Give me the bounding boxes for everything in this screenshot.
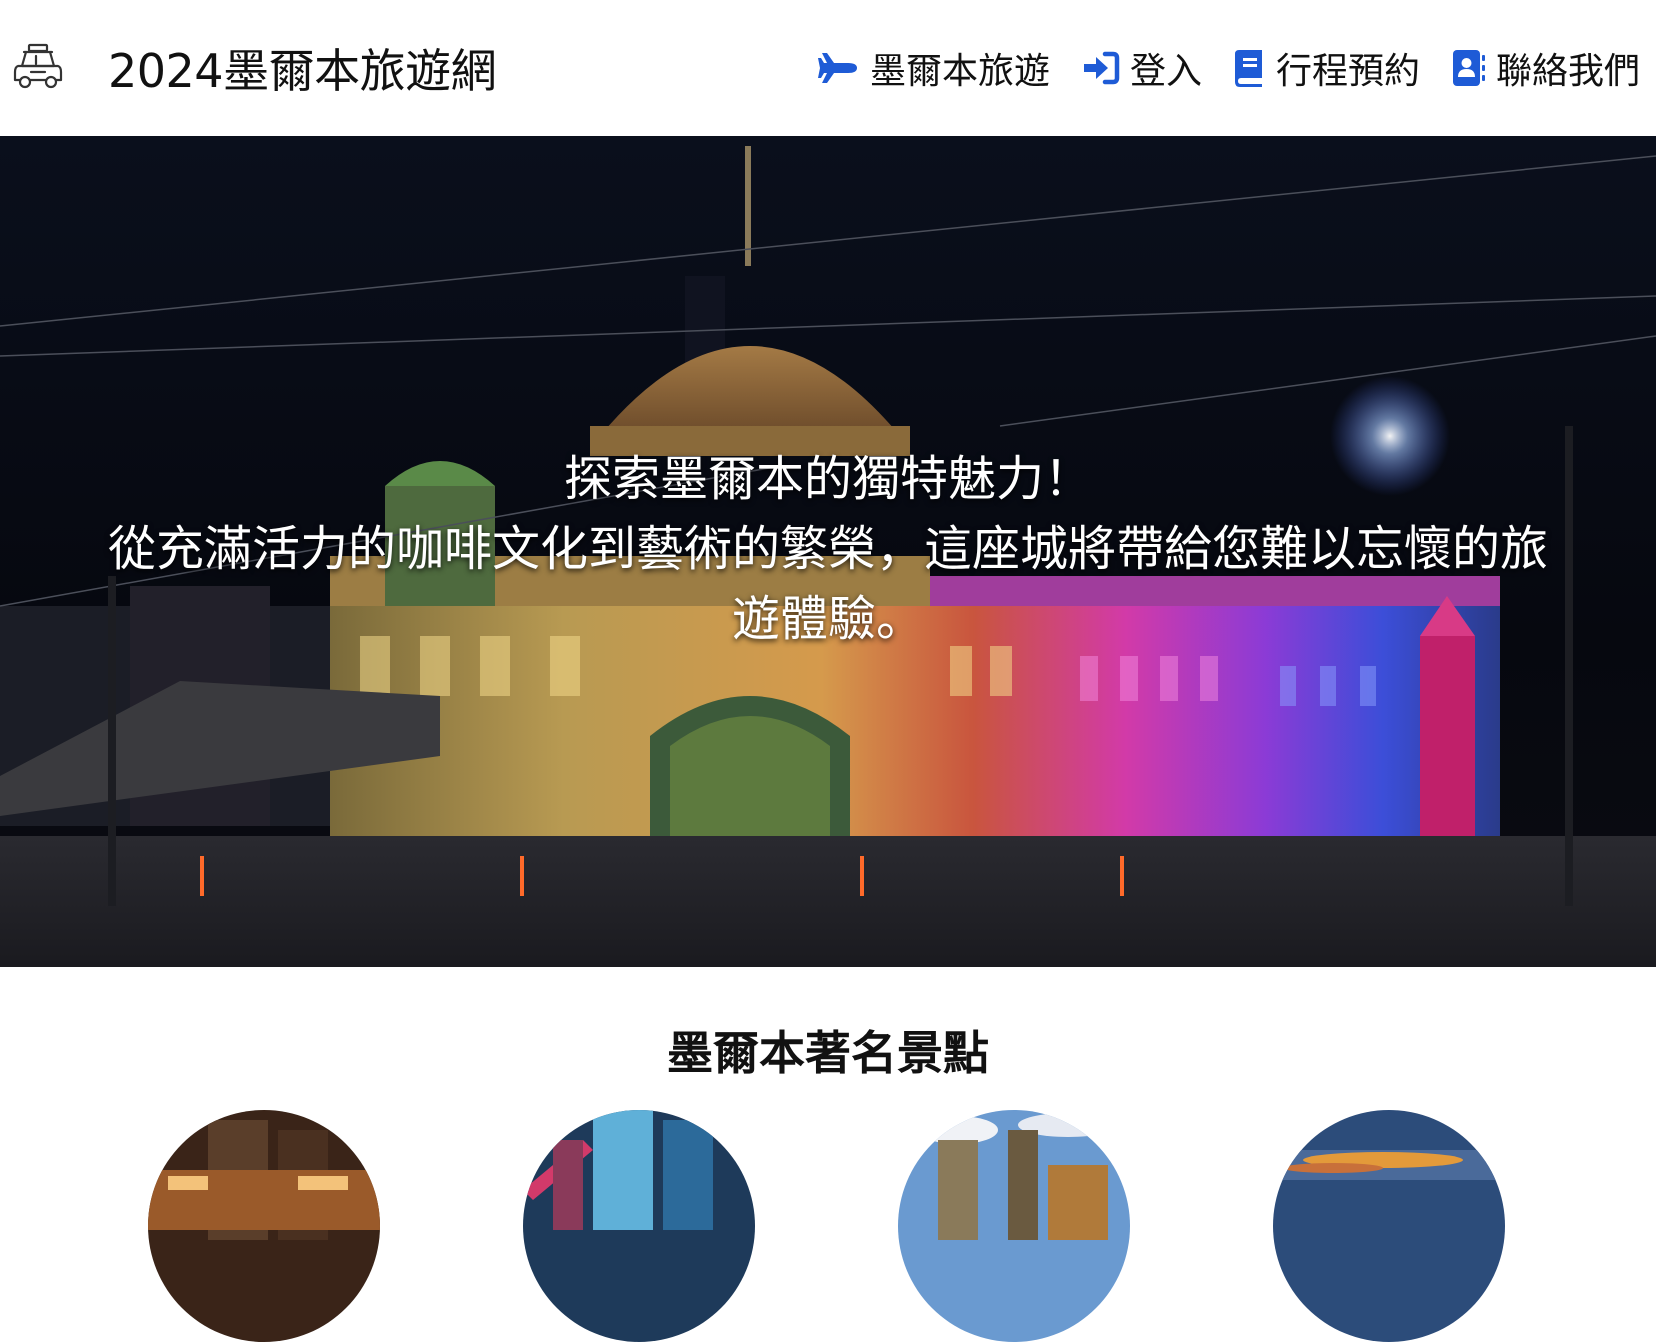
main-nav: 墨爾本旅遊 登入 行程預約 聯絡我們 (786, 0, 1640, 136)
nav-item-login[interactable]: 登入 (1082, 42, 1202, 94)
address-book-icon (1452, 50, 1485, 86)
nav-label: 聯絡我們 (1495, 51, 1640, 92)
sign-in-icon (1083, 51, 1120, 85)
attraction-thumbnail-4[interactable] (1273, 1110, 1505, 1342)
nav-item-contact[interactable]: 聯絡我們 (1452, 42, 1640, 94)
brand[interactable]: 2024墨爾本旅遊網 (12, 35, 497, 101)
site-title: 2024墨爾本旅遊網 (108, 44, 497, 98)
hero-banner: 探索墨爾本的獨特魅力！ 從充滿活力的咖啡文化到藝術的繁榮，這座城將帶給您難以忘懷… (0, 136, 1656, 967)
hero-line-1: 探索墨爾本的獨特魅力！ (563, 451, 1092, 507)
hero-tagline: 探索墨爾本的獨特魅力！ 從充滿活力的咖啡文化到藝術的繁榮，這座城將帶給您難以忘懷… (0, 444, 1656, 654)
nav-label: 行程預約 (1275, 51, 1420, 92)
hero-line-2: 從充滿活力的咖啡文化到藝術的繁榮，這座城將帶給您難以忘懷的旅 (107, 521, 1548, 577)
attraction-thumbnail-3[interactable] (898, 1110, 1130, 1342)
hero-line-3: 遊體驗。 (731, 591, 924, 647)
site-header: 2024墨爾本旅遊網 墨爾本旅遊 登入 行程預約 聯絡我們 (0, 0, 1656, 136)
plane-icon (817, 53, 857, 83)
attraction-thumbnail-1[interactable] (148, 1110, 380, 1342)
car-roofrack-icon (13, 43, 63, 89)
nav-label: 墨爾本旅遊 (869, 51, 1050, 92)
book-icon (1234, 50, 1262, 87)
nav-item-melbourne-travel[interactable]: 墨爾本旅遊 (817, 42, 1050, 94)
section-heading: 墨爾本著名景點 (667, 1026, 989, 1080)
nav-item-booking[interactable]: 行程預約 (1234, 42, 1420, 94)
attraction-thumbnail-2[interactable] (523, 1110, 755, 1342)
attractions-section: 墨爾本著名景點 (0, 967, 1656, 1342)
nav-label: 登入 (1129, 51, 1202, 92)
